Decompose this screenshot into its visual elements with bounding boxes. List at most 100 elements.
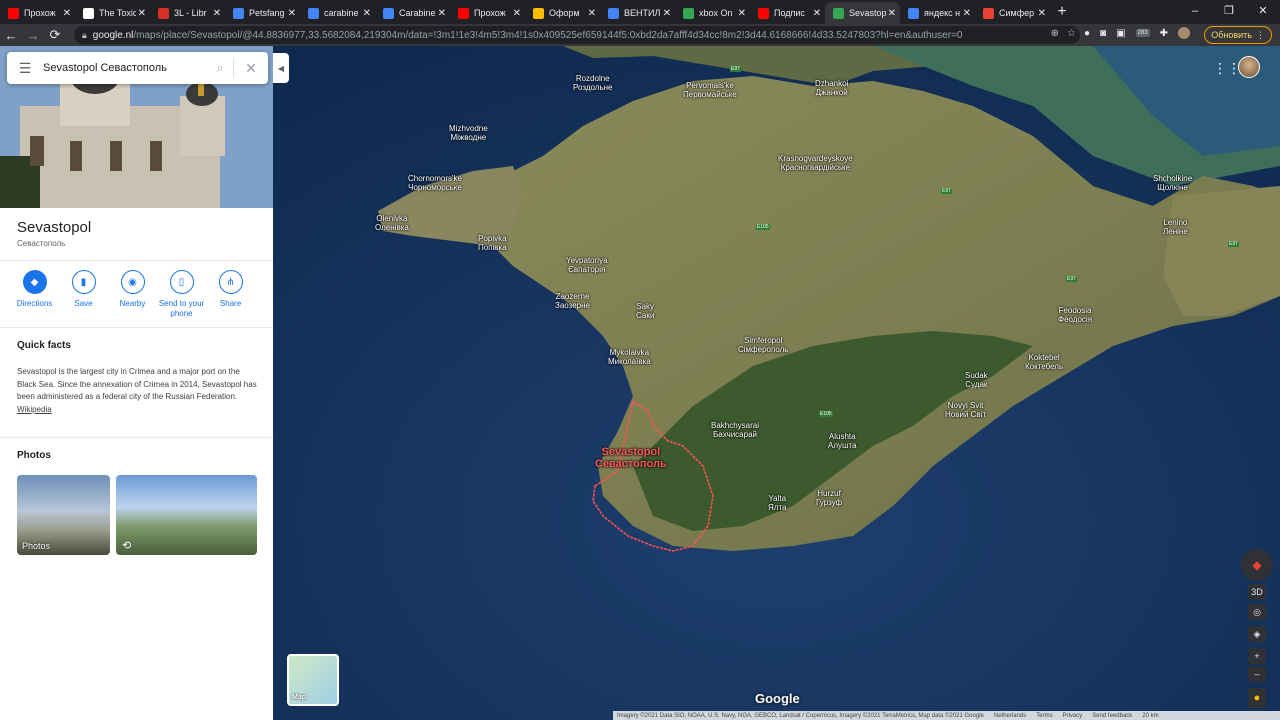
tab-title: ВЕНТИЛ	[624, 8, 661, 18]
pegman-button[interactable]: ●	[1248, 688, 1266, 708]
browser-tab[interactable]: ВЕНТИЛ ✕	[600, 2, 675, 24]
camera-icon[interactable]: ◙	[1100, 28, 1106, 39]
action-directions-button[interactable]: ◆ Directions	[10, 270, 59, 319]
tab-close-icon[interactable]: ✕	[738, 8, 746, 19]
address-bar[interactable]: 🔒︎ google.nl /maps/place/Sevastopol/@44.…	[74, 26, 1080, 44]
map-place-label[interactable]: Dzhankoi Джанкой	[815, 79, 848, 97]
map-place-label[interactable]: Saky Саки	[636, 302, 654, 320]
map-place-label[interactable]: Mykolaivka Миколаївка	[608, 348, 651, 366]
star-icon[interactable]: ☆	[1067, 28, 1076, 39]
browser-tab[interactable]: Sevastop ✕	[825, 2, 900, 24]
tab-close-icon[interactable]: ✕	[663, 8, 671, 19]
sevastopol-label[interactable]: Sevastopol Севастополь	[595, 446, 667, 470]
search-input[interactable]: Sevastopol Севастополь	[43, 62, 207, 74]
layer-toggle[interactable]: Map	[287, 654, 339, 706]
action-save-button[interactable]: ▮ Save	[59, 270, 108, 319]
reload-button[interactable]: ⟳	[44, 27, 66, 43]
tab-close-icon[interactable]: ✕	[888, 8, 896, 19]
close-window-button[interactable]: ✕	[1246, 0, 1280, 24]
map-place-label[interactable]: Yevpatoriya Євпаторія	[566, 256, 608, 274]
action-nearby-button[interactable]: ◉ Nearby	[108, 270, 157, 319]
puzzle-icon[interactable]: ✚	[1160, 28, 1168, 39]
browser-tab[interactable]: Petsfang ✕	[225, 2, 300, 24]
map-place-label[interactable]: Lenino Леніне	[1163, 218, 1188, 236]
action-send-to-your-phone-button[interactable]: ▯ Send to your phone	[157, 270, 206, 319]
map-place-label[interactable]: Mizhvodne Міжводне	[449, 124, 488, 142]
browser-tab[interactable]: Оформ ✕	[525, 2, 600, 24]
map-place-label[interactable]: Shcholkine Щолкіне	[1153, 174, 1192, 192]
tab-close-icon[interactable]: ✕	[63, 8, 71, 19]
attribution-item[interactable]: Send feedback	[1092, 713, 1132, 719]
map-place-label[interactable]: Krasnogvardeyskoye Красногвардійське	[778, 154, 853, 172]
map-place-label[interactable]: Hurzuf Гурзуф	[816, 489, 842, 507]
zoom-in-button[interactable]: +	[1248, 648, 1266, 664]
browser-tab[interactable]: Прохож ✕	[450, 2, 525, 24]
location-icon[interactable]: ⊕	[1051, 28, 1059, 39]
avatar[interactable]	[1238, 56, 1260, 78]
profile-icon[interactable]	[1177, 27, 1190, 39]
3d-button[interactable]: 3D	[1248, 584, 1266, 600]
browser-tab[interactable]: xbox On ✕	[675, 2, 750, 24]
search-icon[interactable]: ⌕	[207, 61, 233, 76]
tab-close-icon[interactable]: ✕	[363, 8, 371, 19]
map-place-label[interactable]: Bakhchysarai Бахчисарай	[711, 421, 759, 439]
attribution-item[interactable]: Terms	[1036, 713, 1052, 719]
browser-tab[interactable]: Carabine ✕	[375, 2, 450, 24]
close-icon[interactable]: ✕	[234, 60, 268, 77]
tab-close-icon[interactable]: ✕	[588, 8, 596, 19]
minimize-button[interactable]: –	[1178, 0, 1212, 24]
map-place-label[interactable]: Novyi Svit Новий Світ	[945, 401, 986, 419]
action-share-button[interactable]: ⋔ Share	[206, 270, 255, 319]
tab-close-icon[interactable]: ✕	[138, 8, 146, 19]
tab-close-icon[interactable]: ✕	[813, 8, 821, 19]
menu-icon[interactable]: ☰	[7, 60, 43, 77]
map-place-label[interactable]: Sudak Судак	[965, 371, 988, 389]
browser-tab[interactable]: The Toxic ✕	[75, 2, 150, 24]
map-place-label[interactable]: Koktebel Коктебель	[1025, 353, 1063, 371]
tab-close-icon[interactable]: ✕	[963, 8, 971, 19]
search-box[interactable]: ☰ Sevastopol Севастополь ⌕ ✕	[7, 52, 268, 84]
tab-close-icon[interactable]: ✕	[288, 8, 296, 19]
map-place-label[interactable]: Simferopol Сімферополь	[738, 336, 788, 354]
browser-tab[interactable]: яндекс н ✕	[900, 2, 975, 24]
my-location-button[interactable]: ◈	[1248, 626, 1266, 642]
map-place-label[interactable]: Pervomais'ke Первомайське	[683, 81, 737, 99]
maximize-button[interactable]: ❐	[1212, 0, 1246, 24]
photo-thumbnail[interactable]: Photos	[17, 475, 110, 555]
tab-close-icon[interactable]: ✕	[1038, 8, 1046, 19]
update-button[interactable]: Обновить ⋮	[1204, 26, 1272, 44]
translate-icon[interactable]: ▣	[1116, 28, 1125, 39]
map-place-label[interactable]: Alushta Алушта	[828, 432, 856, 450]
wikipedia-link[interactable]: Wikipedia	[17, 405, 52, 414]
tab-close-icon[interactable]: ✕	[438, 8, 446, 19]
lock-icon[interactable]: 🔒︎	[82, 30, 87, 41]
browser-tab[interactable]: Прохож ✕	[0, 2, 75, 24]
browser-tab[interactable]: Подпис ✕	[750, 2, 825, 24]
map-canvas[interactable]: Rozdolne Роздольне Pervomais'ke Первомайс…	[273, 46, 1280, 720]
attribution-item[interactable]: 20 km	[1142, 713, 1158, 719]
new-tab-button[interactable]: +	[1050, 3, 1074, 21]
map-place-label[interactable]: Chornomors'ke Чорноморське	[408, 174, 462, 192]
extension-badge-icon[interactable]: 283	[1135, 29, 1150, 37]
map-place-label[interactable]: Rozdolne Роздольне	[573, 74, 612, 92]
map-place-label[interactable]: Olenivka Оленівка	[375, 214, 409, 232]
zoom-out-button[interactable]: –	[1248, 666, 1266, 682]
map-place-label[interactable]: Zaozerne Заозерне	[555, 292, 590, 310]
compass-button[interactable]: ◆	[1241, 549, 1273, 581]
map-place-label[interactable]: Yalta Ялта	[768, 494, 786, 512]
browser-tab[interactable]: carabine ✕	[300, 2, 375, 24]
collapse-sidebar-button[interactable]: ◀	[273, 53, 289, 83]
map-place-label[interactable]: Feodosia Феодосія	[1058, 306, 1092, 324]
extension-circle-icon[interactable]: ●	[1084, 28, 1090, 39]
globe-button[interactable]: ◎	[1248, 604, 1266, 620]
map-place-label[interactable]: Popivka Попівка	[478, 234, 507, 252]
forward-button[interactable]: →	[22, 28, 44, 43]
tab-close-icon[interactable]: ✕	[513, 8, 521, 19]
back-button[interactable]: ←	[0, 28, 22, 43]
photo-360-thumbnail[interactable]: ⟲	[116, 475, 257, 555]
browser-tab[interactable]: 3L - Libr ✕	[150, 2, 225, 24]
attribution-item[interactable]: Netherlands	[994, 713, 1026, 719]
browser-tab[interactable]: Симфер ✕	[975, 2, 1050, 24]
tab-close-icon[interactable]: ✕	[213, 8, 221, 19]
attribution-item[interactable]: Privacy	[1063, 713, 1083, 719]
